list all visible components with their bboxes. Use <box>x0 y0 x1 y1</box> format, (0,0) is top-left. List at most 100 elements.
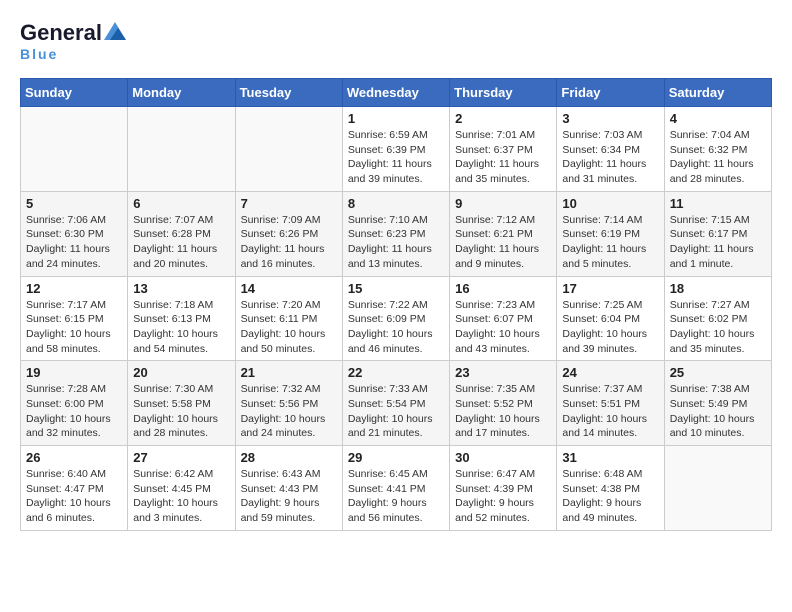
calendar-day-cell: 19 Sunrise: 7:28 AM Sunset: 6:00 PM Dayli… <box>21 361 128 446</box>
calendar-day-cell: 13Sunrise: 7:18 AM Sunset: 6:13 PM Dayli… <box>128 276 235 361</box>
calendar-day-cell: 11 Sunrise: 7:15 AM Sunset: 6:17 PM Dayli… <box>664 191 771 276</box>
calendar-day-cell: 6 Sunrise: 7:07 AM Sunset: 6:28 PM Daylig… <box>128 191 235 276</box>
day-info: Sunrise: 7:06 AM Sunset: 6:30 PM Dayligh… <box>26 213 122 272</box>
day-number: 19 <box>26 365 122 380</box>
weekday-header: Saturday <box>664 79 771 107</box>
logo: General Blue <box>20 20 126 62</box>
calendar-week-row: 19 Sunrise: 7:28 AM Sunset: 6:00 PM Dayli… <box>21 361 772 446</box>
day-number: 30 <box>455 450 551 465</box>
day-number: 18 <box>670 281 766 296</box>
calendar-day-cell: 30 Sunrise: 6:47 AM Sunset: 4:39 PM Dayli… <box>450 446 557 531</box>
calendar-day-cell: 28Sunrise: 6:43 AM Sunset: 4:43 PM Dayli… <box>235 446 342 531</box>
day-number: 31 <box>562 450 658 465</box>
day-number: 26 <box>26 450 122 465</box>
calendar-day-cell: 9 Sunrise: 7:12 AM Sunset: 6:21 PM Daylig… <box>450 191 557 276</box>
calendar-day-cell: 8Sunrise: 7:10 AM Sunset: 6:23 PM Daylig… <box>342 191 449 276</box>
calendar-day-cell: 1 Sunrise: 6:59 AM Sunset: 6:39 PM Daylig… <box>342 107 449 192</box>
calendar-day-cell: 25 Sunrise: 7:38 AM Sunset: 5:49 PM Dayli… <box>664 361 771 446</box>
day-info: Sunrise: 7:01 AM Sunset: 6:37 PM Dayligh… <box>455 128 551 187</box>
day-info: Sunrise: 6:40 AM Sunset: 4:47 PM Dayligh… <box>26 467 122 526</box>
day-info: Sunrise: 7:10 AM Sunset: 6:23 PM Dayligh… <box>348 213 444 272</box>
weekday-header: Friday <box>557 79 664 107</box>
day-info: Sunrise: 7:30 AM Sunset: 5:58 PM Dayligh… <box>133 382 229 441</box>
day-info: Sunrise: 7:15 AM Sunset: 6:17 PM Dayligh… <box>670 213 766 272</box>
logo-icon <box>104 22 126 40</box>
day-info: Sunrise: 7:38 AM Sunset: 5:49 PM Dayligh… <box>670 382 766 441</box>
calendar-week-row: 1 Sunrise: 6:59 AM Sunset: 6:39 PM Daylig… <box>21 107 772 192</box>
day-number: 4 <box>670 111 766 126</box>
calendar-day-cell: 7 Sunrise: 7:09 AM Sunset: 6:26 PM Daylig… <box>235 191 342 276</box>
calendar-day-cell: 2Sunrise: 7:01 AM Sunset: 6:37 PM Daylig… <box>450 107 557 192</box>
day-info: Sunrise: 7:09 AM Sunset: 6:26 PM Dayligh… <box>241 213 337 272</box>
calendar-day-cell: 12 Sunrise: 7:17 AM Sunset: 6:15 PM Dayli… <box>21 276 128 361</box>
day-info: Sunrise: 7:18 AM Sunset: 6:13 PM Dayligh… <box>133 298 229 357</box>
day-info: Sunrise: 7:14 AM Sunset: 6:19 PM Dayligh… <box>562 213 658 272</box>
day-info: Sunrise: 7:23 AM Sunset: 6:07 PM Dayligh… <box>455 298 551 357</box>
day-number: 29 <box>348 450 444 465</box>
page-header: General Blue <box>20 20 772 62</box>
calendar-day-cell: 27Sunrise: 6:42 AM Sunset: 4:45 PM Dayli… <box>128 446 235 531</box>
day-number: 24 <box>562 365 658 380</box>
day-info: Sunrise: 7:33 AM Sunset: 5:54 PM Dayligh… <box>348 382 444 441</box>
day-number: 6 <box>133 196 229 211</box>
weekday-header: Monday <box>128 79 235 107</box>
day-number: 20 <box>133 365 229 380</box>
calendar-day-cell: 22 Sunrise: 7:33 AM Sunset: 5:54 PM Dayli… <box>342 361 449 446</box>
day-number: 11 <box>670 196 766 211</box>
day-info: Sunrise: 7:28 AM Sunset: 6:00 PM Dayligh… <box>26 382 122 441</box>
day-number: 23 <box>455 365 551 380</box>
calendar-day-cell: 5 Sunrise: 7:06 AM Sunset: 6:30 PM Daylig… <box>21 191 128 276</box>
calendar-week-row: 5 Sunrise: 7:06 AM Sunset: 6:30 PM Daylig… <box>21 191 772 276</box>
day-number: 16 <box>455 281 551 296</box>
day-number: 21 <box>241 365 337 380</box>
calendar-day-cell <box>21 107 128 192</box>
day-number: 3 <box>562 111 658 126</box>
calendar-day-cell: 17Sunrise: 7:25 AM Sunset: 6:04 PM Dayli… <box>557 276 664 361</box>
day-info: Sunrise: 7:04 AM Sunset: 6:32 PM Dayligh… <box>670 128 766 187</box>
day-number: 15 <box>348 281 444 296</box>
day-info: Sunrise: 7:03 AM Sunset: 6:34 PM Dayligh… <box>562 128 658 187</box>
logo-general: General <box>20 20 102 46</box>
calendar-day-cell <box>128 107 235 192</box>
calendar-week-row: 12 Sunrise: 7:17 AM Sunset: 6:15 PM Dayli… <box>21 276 772 361</box>
calendar-day-cell: 26 Sunrise: 6:40 AM Sunset: 4:47 PM Dayli… <box>21 446 128 531</box>
calendar-day-cell: 3 Sunrise: 7:03 AM Sunset: 6:34 PM Daylig… <box>557 107 664 192</box>
day-info: Sunrise: 6:45 AM Sunset: 4:41 PM Dayligh… <box>348 467 444 526</box>
day-info: Sunrise: 7:22 AM Sunset: 6:09 PM Dayligh… <box>348 298 444 357</box>
day-info: Sunrise: 6:47 AM Sunset: 4:39 PM Dayligh… <box>455 467 551 526</box>
calendar-day-cell: 23Sunrise: 7:35 AM Sunset: 5:52 PM Dayli… <box>450 361 557 446</box>
calendar-day-cell: 15 Sunrise: 7:22 AM Sunset: 6:09 PM Dayli… <box>342 276 449 361</box>
calendar: SundayMondayTuesdayWednesdayThursdayFrid… <box>20 78 772 531</box>
day-number: 5 <box>26 196 122 211</box>
calendar-day-cell: 20 Sunrise: 7:30 AM Sunset: 5:58 PM Dayli… <box>128 361 235 446</box>
weekday-header: Tuesday <box>235 79 342 107</box>
day-info: Sunrise: 7:07 AM Sunset: 6:28 PM Dayligh… <box>133 213 229 272</box>
day-number: 7 <box>241 196 337 211</box>
day-info: Sunrise: 7:20 AM Sunset: 6:11 PM Dayligh… <box>241 298 337 357</box>
day-info: Sunrise: 7:12 AM Sunset: 6:21 PM Dayligh… <box>455 213 551 272</box>
day-info: Sunrise: 7:17 AM Sunset: 6:15 PM Dayligh… <box>26 298 122 357</box>
calendar-day-cell: 16 Sunrise: 7:23 AM Sunset: 6:07 PM Dayli… <box>450 276 557 361</box>
day-info: Sunrise: 7:32 AM Sunset: 5:56 PM Dayligh… <box>241 382 337 441</box>
calendar-day-cell: 29 Sunrise: 6:45 AM Sunset: 4:41 PM Dayli… <box>342 446 449 531</box>
day-info: Sunrise: 7:25 AM Sunset: 6:04 PM Dayligh… <box>562 298 658 357</box>
calendar-day-cell <box>664 446 771 531</box>
day-number: 22 <box>348 365 444 380</box>
day-number: 1 <box>348 111 444 126</box>
day-number: 14 <box>241 281 337 296</box>
day-info: Sunrise: 6:43 AM Sunset: 4:43 PM Dayligh… <box>241 467 337 526</box>
day-number: 12 <box>26 281 122 296</box>
day-number: 9 <box>455 196 551 211</box>
logo-blue: Blue <box>20 46 58 62</box>
calendar-day-cell: 10Sunrise: 7:14 AM Sunset: 6:19 PM Dayli… <box>557 191 664 276</box>
day-info: Sunrise: 6:59 AM Sunset: 6:39 PM Dayligh… <box>348 128 444 187</box>
day-number: 27 <box>133 450 229 465</box>
day-number: 25 <box>670 365 766 380</box>
weekday-header: Wednesday <box>342 79 449 107</box>
day-info: Sunrise: 6:48 AM Sunset: 4:38 PM Dayligh… <box>562 467 658 526</box>
calendar-day-cell: 24 Sunrise: 7:37 AM Sunset: 5:51 PM Dayli… <box>557 361 664 446</box>
calendar-header-row: SundayMondayTuesdayWednesdayThursdayFrid… <box>21 79 772 107</box>
calendar-week-row: 26 Sunrise: 6:40 AM Sunset: 4:47 PM Dayli… <box>21 446 772 531</box>
day-info: Sunrise: 7:27 AM Sunset: 6:02 PM Dayligh… <box>670 298 766 357</box>
day-info: Sunrise: 7:37 AM Sunset: 5:51 PM Dayligh… <box>562 382 658 441</box>
